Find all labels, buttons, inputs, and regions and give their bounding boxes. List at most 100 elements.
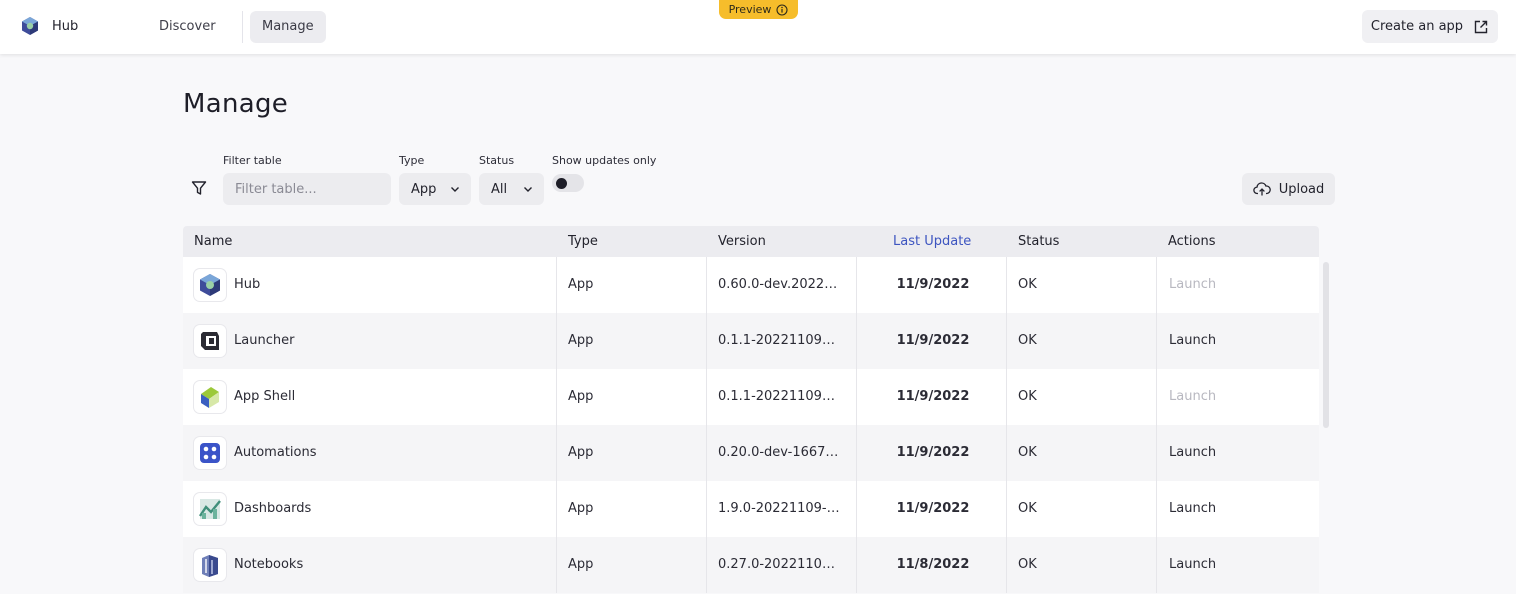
app-status-cell: OK <box>1018 333 1037 348</box>
external-link-icon <box>1474 20 1488 33</box>
preview-badge[interactable]: Preview <box>719 0 798 19</box>
column-header-status[interactable]: Status <box>1018 226 1059 257</box>
nav-divider <box>242 11 243 43</box>
column-header-version[interactable]: Version <box>718 226 766 257</box>
app-version-cell: 0.1.1-20221109120000 <box>718 389 843 404</box>
column-divider <box>556 313 557 369</box>
table-header: Name Type Version Last Update Status Act… <box>183 226 1319 257</box>
table-row[interactable]: App Shell App 0.1.1-20221109120000 11/9/… <box>183 369 1319 425</box>
column-divider <box>1006 369 1007 425</box>
preview-label: Preview <box>728 3 772 16</box>
app-version-cell: 0.20.0-dev-1667980000 <box>718 445 843 460</box>
hub-icon <box>194 269 226 301</box>
app-type-cell: App <box>568 557 594 572</box>
column-divider <box>1156 481 1157 537</box>
show-updates-toggle[interactable] <box>552 174 584 192</box>
app-shell-icon <box>194 381 226 413</box>
app-version-cell: 0.27.0-20221108-1200 <box>718 557 843 572</box>
launch-button[interactable]: Launch <box>1169 425 1289 481</box>
show-updates-label: Show updates only <box>552 154 657 167</box>
toggle-knob <box>556 178 567 189</box>
table-scrollbar[interactable] <box>1323 262 1329 428</box>
column-divider <box>556 425 557 481</box>
app-last-update-cell: 11/9/2022 <box>896 389 970 404</box>
column-divider <box>706 481 707 537</box>
column-divider <box>1156 369 1157 425</box>
column-divider <box>1156 425 1157 481</box>
table-row[interactable]: Automations App 0.20.0-dev-1667980000 11… <box>183 425 1319 481</box>
table-row[interactable]: Launcher App 0.1.1-20221109120000 11/9/2… <box>183 313 1319 369</box>
app-type-cell: App <box>568 333 594 348</box>
dashboards-icon <box>194 493 226 525</box>
column-divider <box>856 537 857 593</box>
type-label: Type <box>399 154 425 167</box>
app-status-cell: OK <box>1018 445 1037 460</box>
filter-table-label: Filter table <box>223 154 282 167</box>
type-select[interactable]: App <box>399 173 471 205</box>
column-header-name[interactable]: Name <box>194 226 232 257</box>
column-header-actions: Actions <box>1168 234 1216 249</box>
column-divider <box>706 537 707 593</box>
app-version-cell: 1.9.0-20221109-1200 <box>718 501 843 516</box>
app-name-cell: Dashboards <box>234 501 312 516</box>
column-divider <box>706 369 707 425</box>
app-type-cell: App <box>568 277 594 292</box>
launch-button[interactable]: Launch <box>1169 313 1289 369</box>
app-name-cell: Hub <box>234 277 261 292</box>
app-last-update-cell: 11/9/2022 <box>896 445 970 460</box>
nav-manage[interactable]: Manage <box>250 11 326 43</box>
status-select[interactable]: All <box>479 173 544 205</box>
app-name-cell: App Shell <box>234 389 296 404</box>
status-select-value: All <box>491 181 508 197</box>
column-divider <box>706 257 707 313</box>
column-divider <box>1156 537 1157 593</box>
app-last-update-cell: 11/8/2022 <box>896 557 970 572</box>
column-divider <box>1156 313 1157 369</box>
chevron-down-icon <box>524 187 532 192</box>
column-header-last-update[interactable]: Last Update <box>893 226 971 257</box>
column-divider <box>856 257 857 313</box>
app-type-cell: App <box>568 445 594 460</box>
brand[interactable]: Hub <box>20 16 78 36</box>
column-divider <box>1006 313 1007 369</box>
table-row[interactable]: Dashboards App 1.9.0-20221109-1200 11/9/… <box>183 481 1319 537</box>
info-icon <box>776 3 788 16</box>
launch-button[interactable]: Launch <box>1169 537 1289 593</box>
app-name: Hub <box>52 18 79 34</box>
launch-button[interactable]: Launch <box>1169 481 1289 537</box>
chevron-down-icon <box>451 187 459 192</box>
launch-button[interactable]: Launch <box>1169 369 1289 425</box>
automations-icon <box>194 437 226 469</box>
cloud-upload-icon <box>1253 182 1271 196</box>
column-header-type[interactable]: Type <box>568 226 598 257</box>
column-divider <box>856 481 857 537</box>
app-status-cell: OK <box>1018 389 1037 404</box>
hub-logo-icon <box>22 17 38 35</box>
column-divider <box>1156 257 1157 313</box>
table-body: Hub App 0.60.0-dev.20221109 11/9/2022 OK… <box>183 257 1319 593</box>
app-last-update-cell: 11/9/2022 <box>896 277 970 292</box>
column-divider <box>556 481 557 537</box>
app-name-cell: Notebooks <box>234 557 304 572</box>
top-bar: Hub Discover Manage Preview Create an ap… <box>0 0 1516 54</box>
create-app-button[interactable]: Create an app <box>1362 10 1498 43</box>
app-version-cell: 0.60.0-dev.20221109 <box>718 277 843 292</box>
column-divider <box>1006 537 1007 593</box>
status-label: Status <box>479 154 515 167</box>
table-row[interactable]: Hub App 0.60.0-dev.20221109 11/9/2022 OK… <box>183 257 1319 313</box>
column-divider <box>556 369 557 425</box>
app-type-cell: App <box>568 389 594 404</box>
upload-button[interactable]: Upload <box>1242 173 1335 205</box>
launcher-icon <box>194 325 226 357</box>
nav-discover[interactable]: Discover <box>147 11 228 43</box>
column-divider <box>856 369 857 425</box>
filter-table-input[interactable] <box>223 173 391 205</box>
column-divider <box>856 313 857 369</box>
create-app-label: Create an app <box>1370 19 1464 34</box>
table-row[interactable]: Notebooks App 0.27.0-20221108-1200 11/8/… <box>183 537 1319 593</box>
apps-table: Name Type Version Last Update Status Act… <box>183 226 1319 593</box>
launch-button[interactable]: Launch <box>1169 257 1289 313</box>
column-divider <box>1006 481 1007 537</box>
app-type-cell: App <box>568 501 594 516</box>
app-last-update-cell: 11/9/2022 <box>896 501 970 516</box>
